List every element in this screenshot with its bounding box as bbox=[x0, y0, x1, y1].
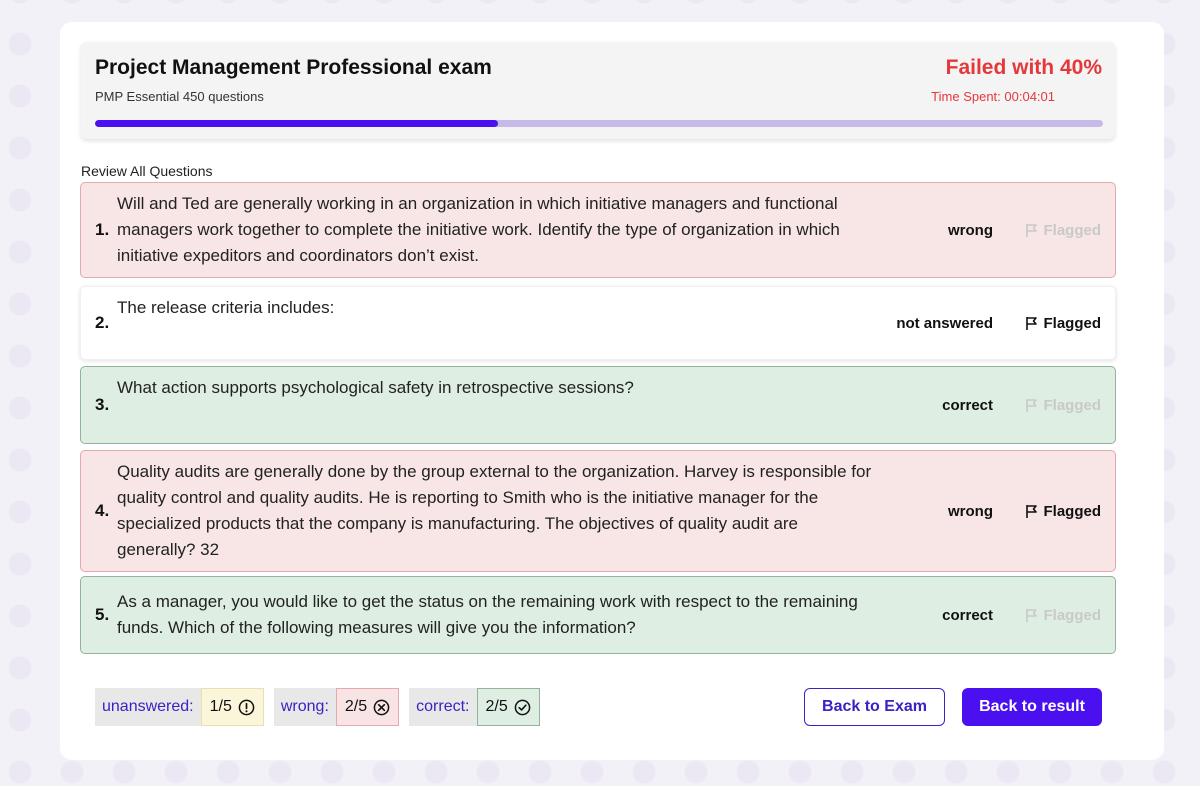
wrong-label: wrong: bbox=[280, 698, 329, 715]
correct-summary: correct: 2/5 bbox=[409, 688, 540, 726]
wrong-summary: wrong: 2/5 bbox=[273, 688, 400, 726]
exam-header: Project Management Professional exam PMP… bbox=[81, 42, 1115, 139]
question-status: correct bbox=[942, 606, 993, 624]
question-status: correct bbox=[942, 396, 993, 414]
flag-icon bbox=[1026, 398, 1038, 412]
wrong-count-value: 2/5 bbox=[344, 698, 368, 715]
correct-label: correct: bbox=[416, 698, 470, 715]
x-circle-icon bbox=[373, 699, 390, 715]
question-status: wrong bbox=[948, 502, 993, 520]
result-status: Failed with 40% bbox=[945, 56, 1102, 79]
unanswered-label: unanswered: bbox=[102, 698, 194, 715]
question-number: 2. bbox=[95, 313, 110, 332]
flag-label: Flagged bbox=[1043, 606, 1101, 624]
question-text: Quality audits are generally done by the… bbox=[117, 462, 872, 559]
question-text: Will and Ted are generally working in an… bbox=[117, 194, 840, 265]
back-to-exam-button[interactable]: Back to Exam bbox=[804, 688, 945, 726]
correct-count: 2/5 bbox=[476, 688, 540, 726]
flag-label: Flagged bbox=[1043, 314, 1101, 332]
flag-icon bbox=[1026, 504, 1038, 518]
flag-icon bbox=[1026, 316, 1038, 330]
question-number: 1. bbox=[95, 220, 110, 239]
question-number: 5. bbox=[95, 605, 110, 624]
exam-subtitle: PMP Essential 450 questions bbox=[95, 89, 264, 104]
exclamation-circle-icon bbox=[238, 699, 255, 715]
time-spent: Time Spent: 00:04:01 bbox=[931, 89, 1055, 104]
unanswered-count: 1/5 bbox=[200, 688, 264, 726]
question-item[interactable]: 1. Will and Ted are generally working in… bbox=[80, 182, 1116, 278]
question-number: 4. bbox=[95, 501, 110, 520]
question-item[interactable]: 2. The release criteria includes: not an… bbox=[80, 286, 1116, 360]
flag-toggle[interactable]: Flagged bbox=[1025, 397, 1101, 414]
question-status: not answered bbox=[896, 314, 993, 332]
question-status: wrong bbox=[948, 221, 993, 239]
score-progress-fill bbox=[95, 120, 499, 127]
flag-label: Flagged bbox=[1043, 221, 1101, 239]
question-item[interactable]: 3. What action supports psychological sa… bbox=[80, 366, 1116, 444]
review-heading: Review All Questions bbox=[81, 163, 213, 179]
question-item[interactable]: 4. Quality audits are generally done by … bbox=[80, 450, 1116, 572]
answer-summary: unanswered: 1/5 wrong: 2/5 correct: 2/5 bbox=[95, 688, 540, 726]
flag-toggle[interactable]: Flagged bbox=[1025, 222, 1101, 239]
score-progress-bar bbox=[95, 120, 1103, 127]
flag-toggle[interactable]: Flagged bbox=[1025, 315, 1101, 332]
question-text: The release criteria includes: bbox=[117, 298, 335, 317]
question-number: 3. bbox=[95, 395, 110, 414]
review-card: Project Management Professional exam PMP… bbox=[60, 22, 1164, 760]
question-text: What action supports psychological safet… bbox=[117, 378, 634, 397]
exam-title: Project Management Professional exam bbox=[95, 56, 492, 79]
wrong-count: 2/5 bbox=[335, 688, 400, 726]
flag-label: Flagged bbox=[1043, 502, 1101, 520]
flag-icon bbox=[1026, 608, 1038, 622]
question-text: As a manager, you would like to get the … bbox=[117, 592, 858, 637]
flag-toggle[interactable]: Flagged bbox=[1025, 607, 1101, 624]
flag-icon bbox=[1026, 223, 1038, 237]
check-circle-icon bbox=[514, 699, 531, 715]
flag-toggle[interactable]: Flagged bbox=[1025, 503, 1101, 520]
back-to-result-button[interactable]: Back to result bbox=[962, 688, 1102, 726]
unanswered-summary: unanswered: 1/5 bbox=[95, 688, 264, 726]
correct-count-value: 2/5 bbox=[485, 698, 508, 715]
flag-label: Flagged bbox=[1043, 396, 1101, 414]
unanswered-count-value: 1/5 bbox=[209, 698, 232, 715]
question-item[interactable]: 5. As a manager, you would like to get t… bbox=[80, 576, 1116, 654]
